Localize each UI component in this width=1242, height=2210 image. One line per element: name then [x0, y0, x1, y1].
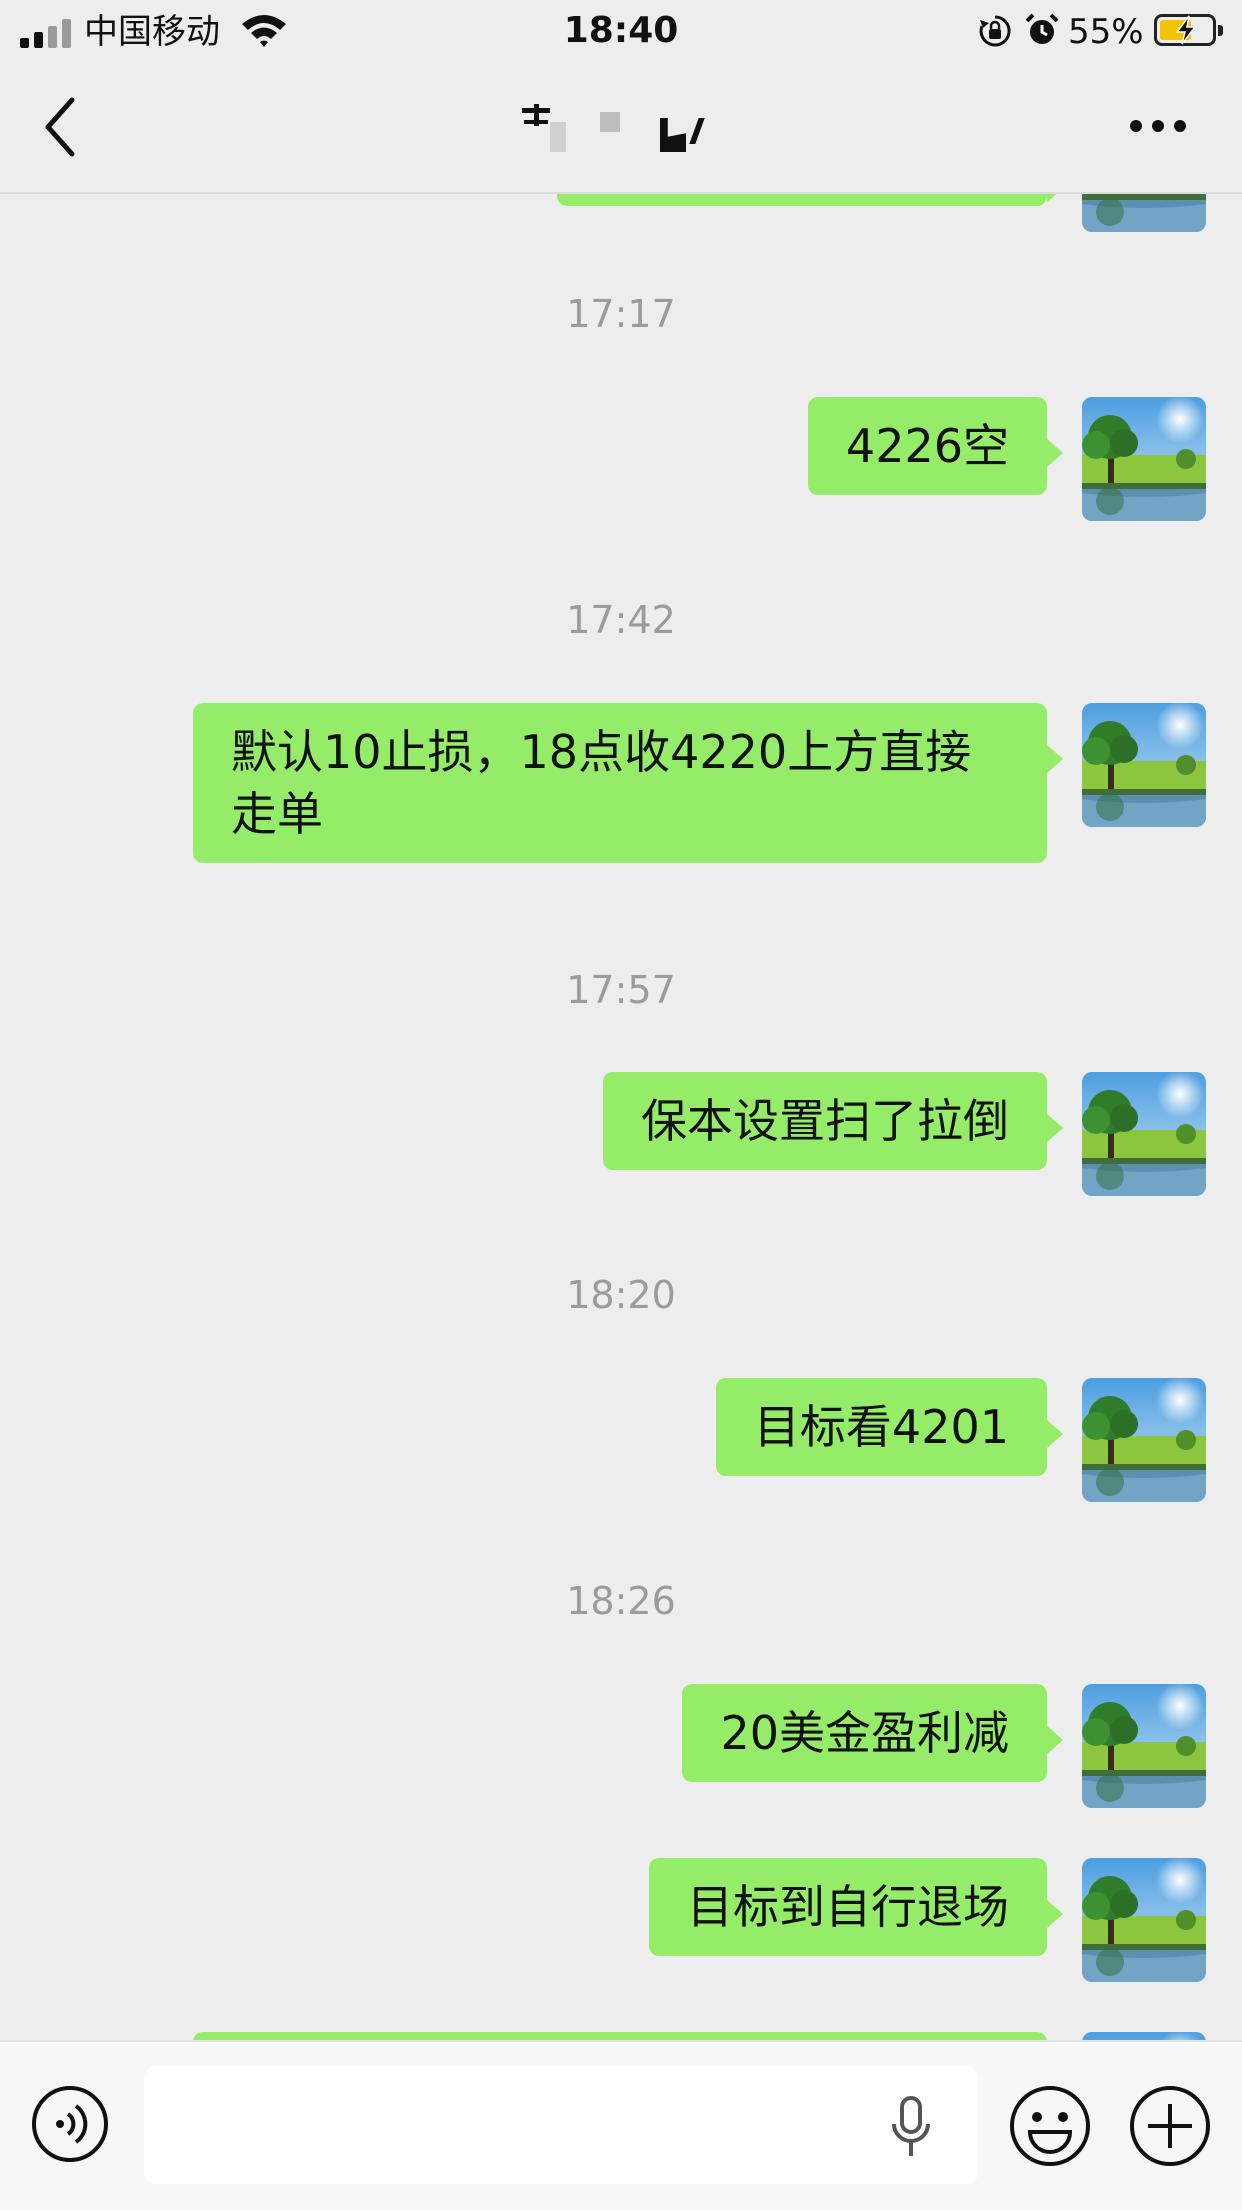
alarm-icon [1025, 13, 1059, 44]
avatar-landscape-image [1082, 397, 1206, 521]
voice-icon[interactable] [30, 2084, 110, 2164]
message-bubble[interactable]: 4226空 [807, 397, 1064, 495]
message-bubble[interactable]: 20美金盈利减 [682, 1684, 1063, 1782]
avatar-landscape-image [1082, 1378, 1206, 1502]
avatar-landscape-image [1082, 192, 1206, 232]
battery-charging-icon [1154, 14, 1223, 46]
avatar-landscape-image [1082, 703, 1206, 827]
message-bubble[interactable]: 目标看4201 [715, 1378, 1064, 1476]
chat-header [0, 64, 1242, 194]
message-bubble[interactable]: 目标到自行退场 [649, 1858, 1063, 1956]
timestamp: 18:20 [566, 1273, 676, 1317]
message-input[interactable] [144, 2066, 978, 2184]
message-list[interactable]: 17:17 4226空 17:42 默认10止损，18点收4220上方直接走单 … [0, 192, 1242, 2040]
avatar-landscape-image [1082, 2032, 1206, 2040]
avatar[interactable] [1082, 2032, 1206, 2040]
avatar-landscape-image [1082, 1072, 1206, 1196]
more-icon[interactable] [1130, 118, 1186, 134]
status-bar: 中国移动 18:40 55% [0, 0, 1242, 64]
battery-percent: 55% [1068, 12, 1144, 52]
timestamp: 17:17 [566, 292, 676, 336]
avatar[interactable] [1082, 192, 1206, 232]
timestamp: 18:26 [566, 1579, 676, 1623]
timestamp: 17:57 [566, 968, 676, 1012]
avatar[interactable] [1082, 1684, 1206, 1808]
avatar[interactable] [1082, 1858, 1206, 1982]
avatar[interactable] [1082, 1072, 1206, 1196]
emoji-icon[interactable] [1008, 2084, 1092, 2168]
contact-name-redacted [520, 100, 720, 160]
watermark [1022, 2166, 1232, 2206]
input-bar [0, 2040, 1242, 2210]
message-bubble[interactable]: 保本设置扫了拉倒 [603, 1072, 1063, 1170]
orientation-lock-icon [979, 15, 1011, 47]
back-chevron-icon[interactable] [38, 94, 84, 160]
message-bubble-partial[interactable] [557, 192, 1063, 206]
timestamp: 17:42 [566, 598, 676, 642]
avatar-landscape-image [1082, 1684, 1206, 1808]
plus-icon[interactable] [1128, 2084, 1212, 2168]
avatar[interactable] [1082, 397, 1206, 521]
avatar[interactable] [1082, 703, 1206, 827]
avatar-landscape-image [1082, 1858, 1206, 1982]
message-bubble-partial[interactable] [193, 2032, 1047, 2040]
message-bubble[interactable]: 默认10止损，18点收4220上方直接走单 [193, 703, 1063, 863]
avatar[interactable] [1082, 1378, 1206, 1502]
mic-icon[interactable] [888, 2094, 934, 2160]
